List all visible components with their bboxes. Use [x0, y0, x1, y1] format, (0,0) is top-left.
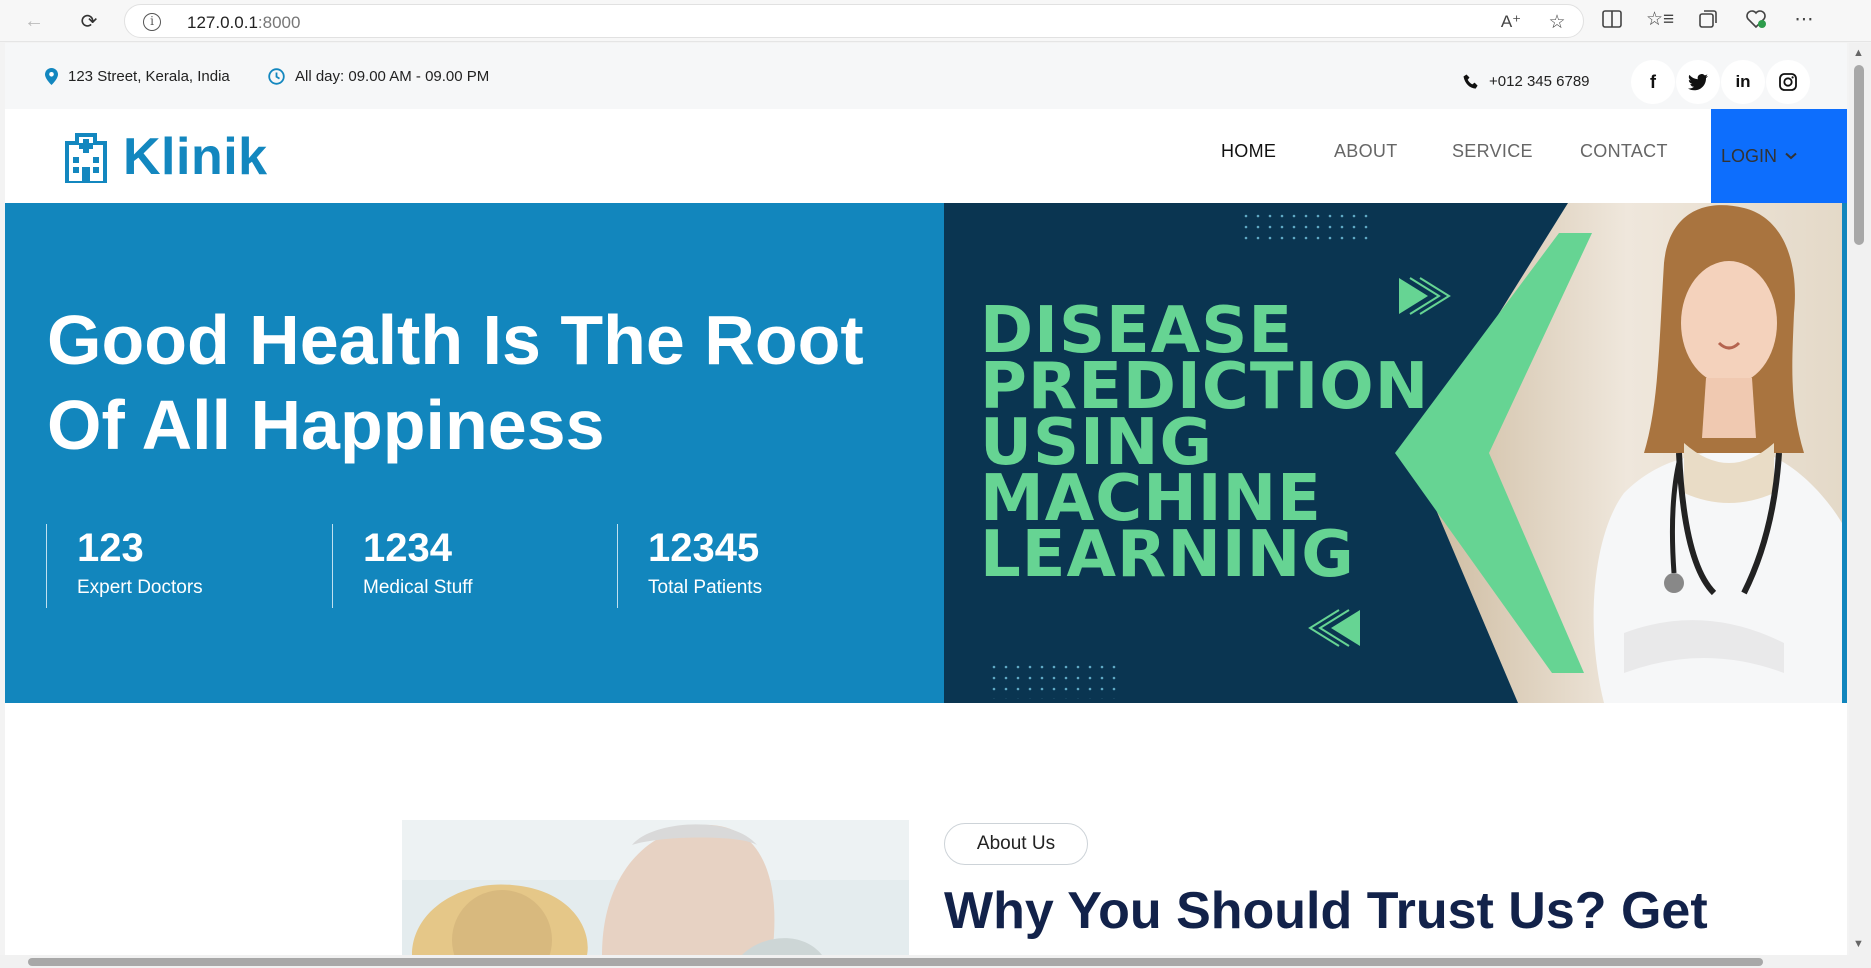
about-us-badge: About Us	[944, 823, 1088, 865]
instagram-icon[interactable]	[1766, 60, 1810, 104]
browser-toolbar: ← ⟳ i 127.0.0.1:8000 A⁺ ☆ ☆≡ ⋯	[0, 0, 1871, 42]
horizontal-scrollbar[interactable]	[0, 955, 1871, 968]
phone-text: +012 345 6789	[1489, 73, 1590, 90]
collections-icon[interactable]	[1696, 7, 1720, 31]
scroll-up-icon[interactable]: ▲	[1853, 47, 1864, 59]
nav-contact[interactable]: CONTACT	[1580, 141, 1668, 162]
nav-about[interactable]: ABOUT	[1334, 141, 1398, 162]
stat-staff: 1234 Medical Stuff	[332, 524, 472, 608]
stat-patients: 12345 Total Patients	[617, 524, 762, 608]
web-page: 123 Street, Kerala, India All day: 09.00…	[5, 43, 1847, 955]
hero-title: Good Health Is The Root Of All Happiness	[47, 301, 864, 464]
hospital-icon	[65, 133, 107, 183]
hero-banner-image: DISEASE PREDICTION USING MACHINE LEARNIN…	[944, 203, 1842, 703]
h-scroll-thumb[interactable]	[28, 958, 1763, 966]
chevron-down-icon	[1785, 152, 1797, 160]
hero-section: Good Health Is The Root Of All Happiness…	[5, 203, 1847, 703]
login-dropdown[interactable]: LOGIN	[1711, 109, 1847, 203]
nav-service[interactable]: SERVICE	[1452, 141, 1533, 162]
address-info: 123 Street, Kerala, India	[45, 68, 230, 85]
brand-name: Klinik	[123, 128, 268, 186]
read-aloud-icon[interactable]: A⁺	[1499, 10, 1523, 34]
site-info-icon[interactable]: i	[143, 13, 161, 31]
location-pin-icon	[45, 68, 58, 85]
hours-info: All day: 09.00 AM - 09.00 PM	[268, 68, 489, 85]
facebook-icon[interactable]: f	[1631, 60, 1675, 104]
login-label: LOGIN	[1721, 145, 1778, 166]
back-icon[interactable]: ←	[18, 6, 50, 36]
main-navbar: Klinik HOME ABOUT SERVICE CONTACT LOGIN	[5, 109, 1847, 203]
split-screen-icon[interactable]	[1600, 7, 1624, 31]
scroll-down-icon[interactable]: ▼	[1853, 938, 1864, 950]
banner-heading: DISEASE PREDICTION USING MACHINE LEARNIN…	[980, 294, 1430, 592]
twitter-icon[interactable]	[1676, 60, 1720, 104]
browser-essentials-icon[interactable]	[1744, 7, 1768, 31]
stat-doctors: 123 Expert Doctors	[46, 524, 203, 608]
address-text: 123 Street, Kerala, India	[68, 68, 230, 85]
nav-home[interactable]: HOME	[1221, 141, 1276, 162]
linkedin-icon[interactable]: in	[1721, 60, 1765, 104]
phone-info: +012 345 6789	[1463, 73, 1590, 90]
about-title: Why You Should Trust Us? Get	[944, 882, 1708, 940]
about-image	[402, 820, 909, 955]
favorite-star-icon[interactable]: ☆	[1545, 10, 1569, 34]
top-info-bar: 123 Street, Kerala, India All day: 09.00…	[5, 43, 1847, 109]
reload-icon[interactable]: ⟳	[73, 6, 105, 36]
hours-text: All day: 09.00 AM - 09.00 PM	[295, 68, 490, 85]
favorites-icon[interactable]: ☆≡	[1646, 7, 1674, 31]
url-text: 127.0.0.1:8000	[187, 13, 301, 32]
phone-icon	[1463, 74, 1478, 89]
address-bar[interactable]: i 127.0.0.1:8000 A⁺ ☆	[124, 4, 1584, 38]
more-menu-icon[interactable]: ⋯	[1792, 7, 1816, 31]
clock-icon	[268, 68, 285, 85]
vertical-scrollbar[interactable]: ▲ ▼	[1849, 43, 1871, 955]
scroll-thumb[interactable]	[1854, 65, 1864, 245]
brand-logo[interactable]: Klinik	[63, 127, 268, 187]
